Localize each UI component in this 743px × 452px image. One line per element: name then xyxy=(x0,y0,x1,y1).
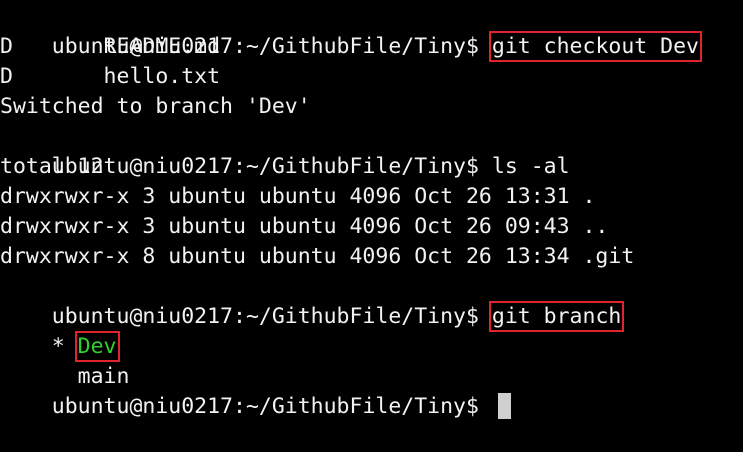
output-line: D hello.txt xyxy=(0,64,221,89)
terminal-line-active-prompt[interactable]: ubuntu@niu0217:~/GithubFile/Tiny$ xyxy=(0,362,743,419)
terminal-line-git-branch: ubuntu@niu0217:~/GithubFile/Tiny$ git br… xyxy=(0,272,743,332)
text-cursor xyxy=(497,393,511,419)
branch-line-current: * Dev xyxy=(0,302,743,362)
output-line: drwxrwxr-x 8 ubuntu ubuntu 4096 Oct 26 1… xyxy=(0,244,635,269)
output-line: drwxrwxr-x 3 ubuntu ubuntu 4096 Oct 26 1… xyxy=(0,184,596,209)
terminal-window[interactable]: ubuntu@niu0217:~/GithubFile/Tiny$ git ch… xyxy=(0,0,743,419)
terminal-line-checkout: ubuntu@niu0217:~/GithubFile/Tiny$ git ch… xyxy=(0,2,743,62)
output-line: drwxrwxr-x 3 ubuntu ubuntu 4096 Oct 26 0… xyxy=(0,214,609,239)
terminal-line-ls: ubuntu@niu0217:~/GithubFile/Tiny$ ls -al xyxy=(0,122,743,179)
branch-line: main xyxy=(0,332,743,389)
output-line: Switched to branch 'Dev' xyxy=(0,94,311,119)
output-line: D README.md xyxy=(0,34,221,59)
output-line: total 12 xyxy=(0,154,104,179)
shell-prompt: ubuntu@niu0217:~/GithubFile/Tiny$ xyxy=(51,394,492,419)
